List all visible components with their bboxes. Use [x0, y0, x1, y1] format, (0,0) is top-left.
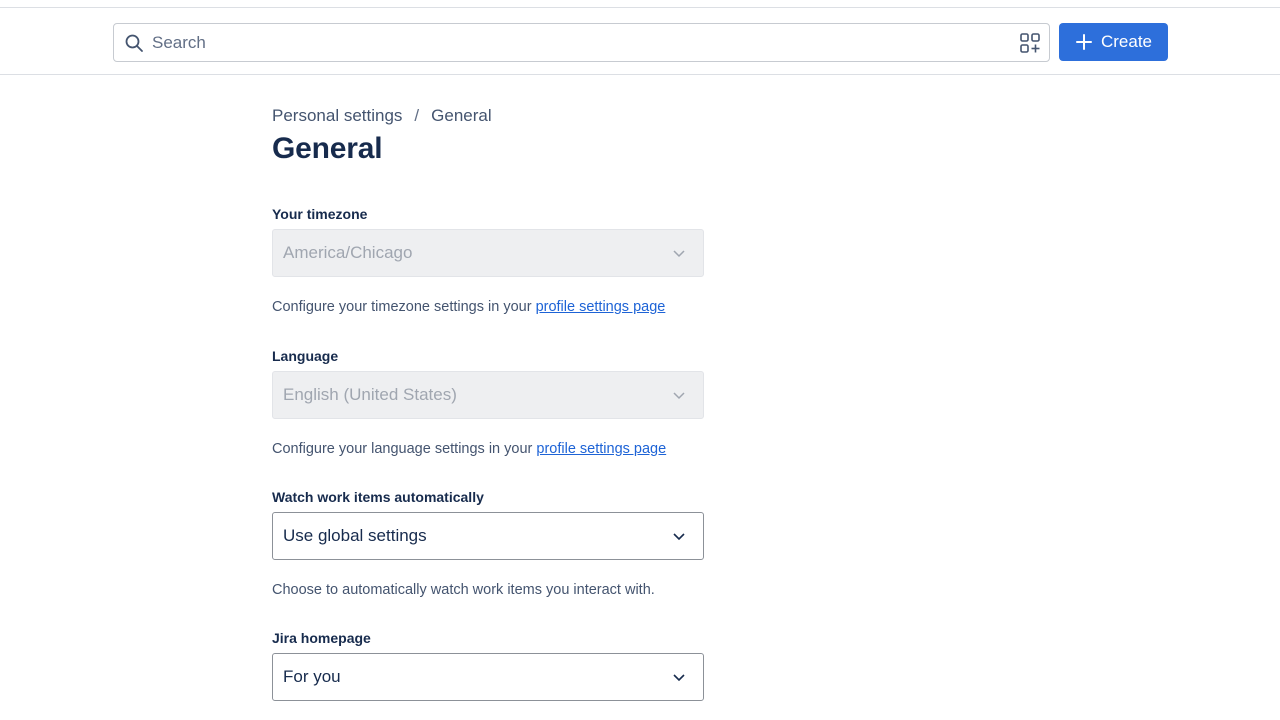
- timezone-profile-settings-link[interactable]: profile settings page: [536, 299, 666, 315]
- breadcrumb-personal-settings[interactable]: Personal settings: [272, 106, 402, 130]
- timezone-help-text: Configure your timezone settings in your: [272, 299, 532, 315]
- homepage-value: For you: [283, 667, 341, 686]
- settings-content: Personal settings / General General Your…: [272, 106, 712, 701]
- chevron-down-icon: [673, 392, 685, 400]
- watch-value: Use global settings: [283, 526, 427, 545]
- page-title: General: [272, 132, 383, 165]
- breadcrumb: Personal settings / General: [272, 106, 712, 130]
- chevron-down-icon: [673, 674, 685, 682]
- timezone-value: America/Chicago: [283, 243, 413, 262]
- chevron-down-icon: [673, 250, 685, 258]
- timezone-label: Your timezone: [272, 206, 368, 222]
- homepage-label: Jira homepage: [272, 630, 371, 646]
- language-label: Language: [272, 348, 339, 364]
- plus-icon: [1075, 34, 1092, 50]
- top-navigation: Create: [0, 8, 1280, 75]
- search-input[interactable]: [152, 31, 992, 55]
- create-button-label: Create: [1100, 32, 1153, 51]
- search-box[interactable]: [113, 23, 1050, 62]
- apps-icon[interactable]: [1019, 32, 1041, 54]
- watch-select[interactable]: Use global settings: [272, 512, 704, 560]
- timezone-help: Configure your timezone settings in your…: [272, 299, 665, 315]
- homepage-select[interactable]: For you: [272, 653, 704, 701]
- create-button[interactable]: Create: [1059, 23, 1168, 61]
- breadcrumb-general[interactable]: General: [431, 106, 491, 130]
- watch-label: Watch work items automatically: [272, 489, 484, 505]
- search-icon: [125, 34, 143, 52]
- watch-help: Choose to automatically watch work items…: [272, 582, 655, 598]
- timezone-select: America/Chicago: [272, 229, 704, 277]
- language-profile-settings-link[interactable]: profile settings page: [536, 441, 666, 457]
- language-select: English (United States): [272, 371, 704, 419]
- breadcrumb-separator: /: [414, 106, 420, 125]
- chevron-down-icon: [673, 533, 685, 541]
- language-help-text: Configure your language settings in your: [272, 441, 533, 457]
- language-value: English (United States): [283, 385, 457, 404]
- language-help: Configure your language settings in your…: [272, 441, 666, 457]
